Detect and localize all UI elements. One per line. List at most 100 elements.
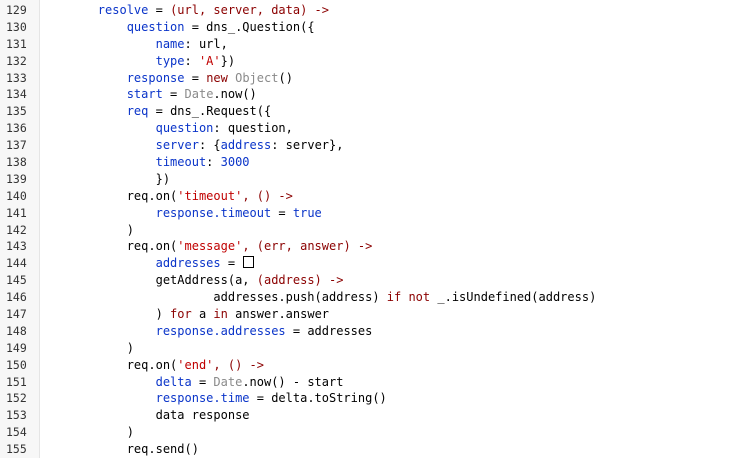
code-token: (url, server, data) -> — [170, 3, 330, 17]
code-token: question — [155, 121, 214, 136]
code-token: answer.answer — [227, 307, 330, 322]
code-line: getAddress(a, (address) -> — [40, 272, 750, 289]
line-number: 152 — [6, 391, 27, 406]
code-token: ) — [126, 340, 134, 355]
line-number: 148 — [6, 323, 27, 338]
code-area[interactable]: resolve = (url, server, data) -> questio… — [40, 0, 750, 458]
code-token: _.isUndefined(address) — [430, 290, 597, 305]
line-number: 142 — [6, 222, 27, 237]
code-token: 3000 — [220, 155, 250, 170]
code-token: new — [206, 70, 228, 85]
code-token: = dns_.Request({ — [148, 104, 272, 119]
code-token: question — [126, 19, 185, 34]
code-token: = — [148, 3, 171, 17]
code-line: type: 'A'}) — [40, 53, 750, 70]
line-number: 134 — [6, 87, 27, 102]
code-line: response.timeout = true — [40, 205, 750, 222]
code-token: : { — [198, 138, 221, 153]
line-number: 150 — [6, 357, 27, 372]
code-token: Date — [213, 374, 243, 389]
code-line: response.time = delta.toString() — [40, 390, 750, 407]
code-token: a — [191, 307, 214, 322]
line-number: 154 — [6, 425, 27, 440]
code-token: name — [155, 36, 185, 51]
code-line: addresses.push(address) if not _.isUndef… — [40, 289, 750, 306]
code-line: req.send() — [40, 441, 750, 458]
code-token: response — [126, 70, 185, 85]
code-token: type — [155, 53, 185, 68]
code-token: : server}, — [271, 138, 344, 153]
code-line: start = Date.now() — [40, 86, 750, 103]
code-token: , () -> — [213, 357, 264, 372]
line-number-gutter: 129 130 131 132 133 134 135 136 137 138 139 140 141 1… — [0, 0, 40, 458]
code-line: question: question, — [40, 120, 750, 137]
code-token: : — [184, 53, 199, 68]
code-token: data response — [155, 408, 250, 423]
line-number: 153 — [6, 408, 27, 423]
code-token: = — [162, 87, 185, 102]
code-line: }) — [40, 171, 750, 188]
code-token: req.on( — [126, 188, 178, 203]
code-token: = — [191, 374, 214, 389]
line-number: 149 — [6, 340, 27, 355]
code-token: : url, — [184, 36, 228, 51]
code-token: : question, — [213, 121, 293, 136]
line-number: 144 — [6, 256, 27, 271]
code-line: server: {address: server}, — [40, 137, 750, 154]
code-token: server — [155, 138, 199, 153]
code-editor[interactable]: 129 130 131 132 133 134 135 136 137 138 139 140 141 1… — [0, 0, 750, 458]
code-token: if not — [386, 290, 431, 305]
code-token: response.addresses — [155, 323, 286, 338]
code-token: addresses.push(address) — [213, 290, 387, 305]
code-token: = — [220, 256, 243, 271]
code-token: getAddress(a, — [155, 273, 257, 288]
code-line: req = dns_.Request({ — [40, 103, 750, 120]
code-line: req.on('message', (err, answer) -> — [40, 238, 750, 255]
code-token: req.on( — [126, 239, 178, 254]
code-token: resolve — [97, 3, 149, 17]
code-token: address — [220, 138, 272, 153]
code-line: ) — [40, 222, 750, 239]
line-number: 140 — [6, 188, 27, 203]
line-number: 137 — [6, 138, 27, 153]
code-token: delta — [155, 374, 192, 389]
code-token: () — [278, 70, 293, 85]
code-token: 'timeout' — [177, 188, 243, 203]
code-token: timeout — [155, 155, 207, 170]
code-token: req.on( — [126, 357, 178, 372]
line-number: 131 — [6, 36, 27, 51]
code-line: addresses = — [40, 255, 750, 272]
code-token: .now() - start — [242, 374, 344, 389]
code-line: question = dns_.Question({ — [40, 19, 750, 36]
code-token: (address) -> — [256, 273, 344, 288]
code-token: , () -> — [242, 188, 293, 203]
line-number: 129 — [6, 3, 27, 17]
line-number: 141 — [6, 205, 27, 220]
line-number: 143 — [6, 239, 27, 254]
code-line: timeout: 3000 — [40, 154, 750, 171]
code-token: .now() — [213, 87, 257, 102]
empty-array-glyph — [243, 256, 255, 269]
code-token: in — [213, 307, 228, 322]
line-number: 130 — [6, 19, 27, 34]
code-token: 'end' — [177, 357, 214, 372]
code-line: req.on('end', () -> — [40, 357, 750, 374]
code-token: 'A' — [198, 53, 221, 68]
line-number: 146 — [6, 290, 27, 305]
line-number: 145 — [6, 273, 27, 288]
line-number: 133 — [6, 70, 27, 85]
line-number: 147 — [6, 307, 27, 322]
